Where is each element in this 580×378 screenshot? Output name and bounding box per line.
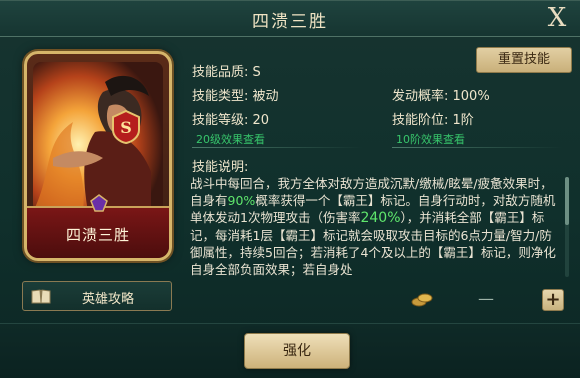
skill-desc-title: 技能说明: [192, 160, 249, 175]
card-name-plate: 四溃三胜 [27, 206, 169, 258]
divider [392, 147, 562, 148]
plus-button[interactable]: + [542, 289, 564, 311]
page-title: 四溃三胜 [252, 12, 328, 32]
skill-card-art [33, 62, 163, 212]
skill-level: 技能等级: 20 [192, 113, 270, 128]
skill-quality: 技能品质: S [192, 65, 261, 80]
divider [192, 147, 362, 148]
gem-icon [90, 194, 108, 212]
hero-guide-label: 英雄攻略 [81, 292, 134, 307]
grade-badge: S [111, 109, 141, 145]
card-name: 四溃三胜 [65, 226, 130, 244]
desc-highlight: 240% [360, 210, 401, 226]
coin-icon [410, 290, 434, 308]
level-effect-link[interactable]: 20级效果查看 [196, 131, 265, 147]
upgrade-button[interactable]: 强化 [244, 333, 350, 369]
desc-highlight: 90% [227, 193, 256, 208]
skill-tier: 技能阶位: 1阶 [392, 113, 474, 128]
trigger-rate: 发动概率: 100% [392, 89, 490, 104]
tier-effect-link[interactable]: 10阶效果查看 [396, 131, 465, 147]
close-button[interactable]: X [542, 3, 572, 33]
hero-guide-button[interactable]: 英雄攻略 [22, 281, 172, 311]
skill-card: S 四溃三胜 [24, 51, 172, 261]
grade-letter: S [120, 118, 132, 137]
title-bar: 四溃三胜 X [0, 1, 580, 37]
scrollbar-thumb[interactable] [565, 177, 569, 225]
skill-type: 技能类型: 被动 [192, 89, 279, 104]
book-icon [31, 288, 51, 305]
skill-detail-panel: 四溃三胜 X S 四溃三胜 英雄攻略 技能品质: S 重置技能 技能类型: 被动… [0, 0, 580, 378]
minus-button[interactable]: — [476, 291, 496, 307]
reset-skill-button[interactable]: 重置技能 [476, 47, 572, 73]
skill-description: 战斗中每回合，我方全体对敌方造成沉默/缴械/眩晕/疲惫效果时，自身有90%概率获… [190, 175, 560, 277]
close-icon: X [547, 3, 567, 33]
